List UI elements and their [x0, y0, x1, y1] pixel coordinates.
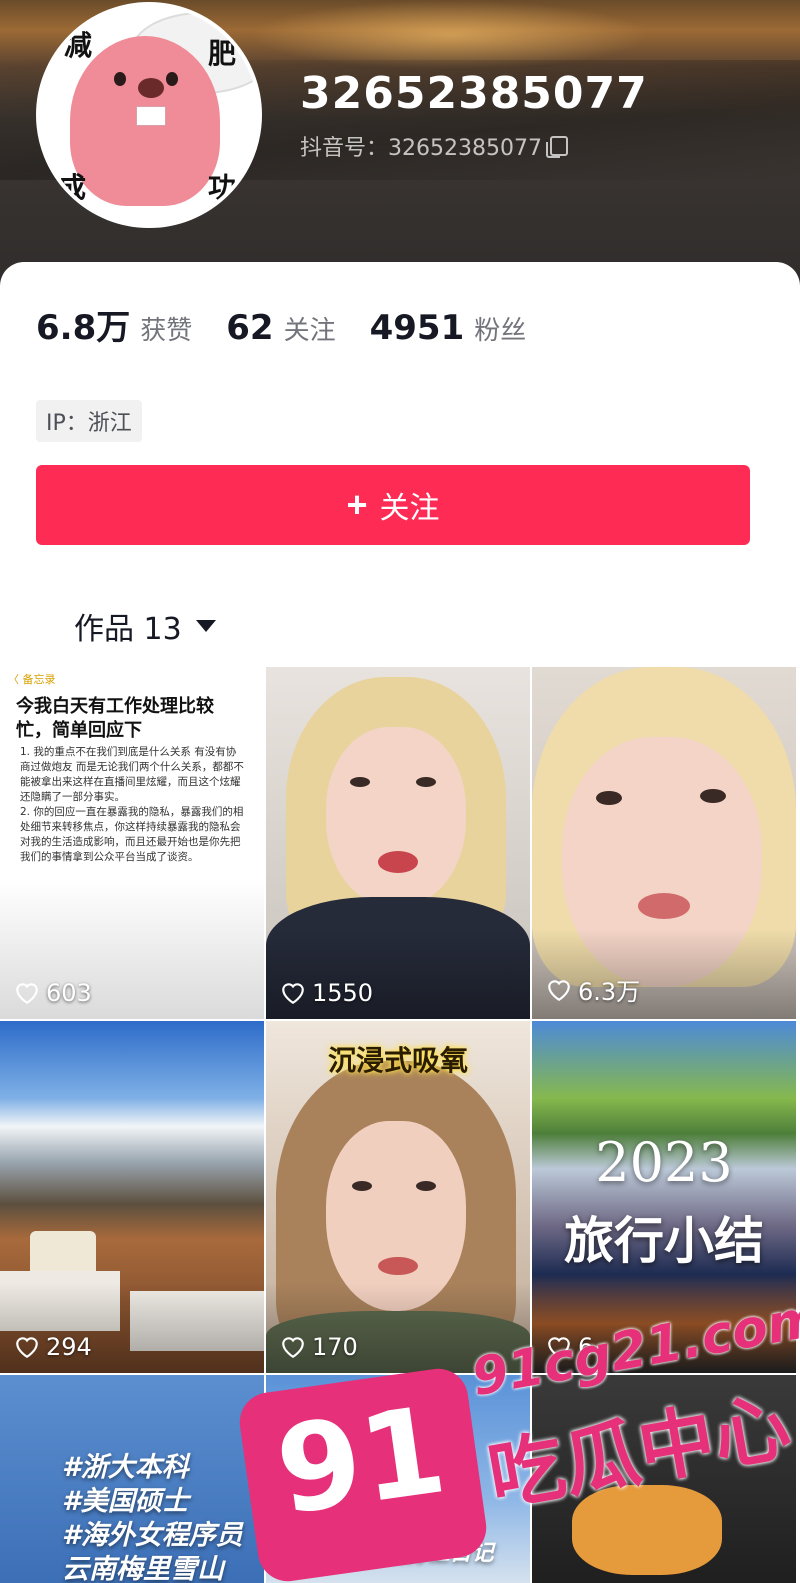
heart-icon — [16, 983, 38, 1005]
notes-title: 今我白天有工作处理比较忙，简单回应下 — [16, 696, 214, 741]
douyin-id[interactable]: 抖音号：32652385077 — [300, 130, 568, 162]
avatar-text: 肥 — [208, 37, 237, 70]
heart-icon — [16, 1337, 38, 1359]
avatar-text: 成 — [58, 171, 87, 204]
like-count: 170 — [280, 1333, 358, 1361]
video-tile[interactable]: 294 — [0, 1021, 264, 1373]
video-tag: #浙大本科 — [62, 1452, 189, 1483]
avatar-text: 减 — [64, 29, 93, 62]
tab-works[interactable]: 作品 13 — [74, 604, 216, 648]
notes-body: 1. 我的重点不在我们到底是什么关系 有没有协商过做炮友 而是无论我们两个什么关… — [20, 746, 244, 863]
copy-icon[interactable] — [545, 136, 568, 158]
stat-followers[interactable]: 4951 粉丝 — [370, 308, 527, 348]
stat-value: 4951 — [369, 308, 465, 348]
stats-row: 6.8万 获赞 62 关注 4951 粉丝 — [36, 300, 560, 349]
video-tile[interactable]: #浙大本科 #美国硕士 #海外女程序员 云南梅里雪山 — [0, 1375, 264, 1583]
like-count: 603 — [14, 979, 92, 1007]
like-count: 1550 — [280, 979, 373, 1007]
caret-down-icon — [195, 620, 216, 632]
stat-likes[interactable]: 6.8万 获赞 — [36, 300, 192, 349]
video-tag: #美国硕士 — [62, 1486, 189, 1517]
douyin-id-text: 抖音号：32652385077 — [300, 136, 542, 161]
heart-icon — [282, 1337, 304, 1359]
avatar-text: 功 — [208, 171, 237, 204]
stat-label: 获赞 — [140, 316, 193, 346]
stat-value: 6.8万 — [36, 308, 131, 348]
video-tile[interactable]: 沉浸式吸氧 170 — [266, 1021, 530, 1373]
follow-button-label: 关注 — [379, 492, 440, 525]
heart-icon — [282, 983, 304, 1005]
ip-location-tag: IP：浙江 — [36, 400, 142, 442]
notes-nav: 〈 备忘录 — [8, 673, 56, 686]
video-year: 2023 — [595, 1131, 733, 1194]
heart-icon — [548, 979, 570, 1001]
stat-value: 62 — [226, 308, 274, 348]
video-tile[interactable]: 〈 备忘录 今我白天有工作处理比较忙，简单回应下 1. 我的重点不在我们到底是什… — [0, 667, 264, 1019]
stat-following[interactable]: 62 关注 — [226, 308, 335, 348]
video-caption: 沉浸式吸氧 — [327, 1044, 468, 1077]
video-tile[interactable]: 6.3万 — [532, 667, 796, 1019]
video-tag: #海外女程序员 — [62, 1520, 243, 1551]
tab-works-label: 作品 13 — [74, 612, 182, 647]
like-count: 294 — [14, 1333, 92, 1361]
plus-icon: + — [346, 484, 368, 525]
watermark-badge: 91 — [235, 1364, 491, 1583]
video-tile[interactable]: 1550 — [266, 667, 530, 1019]
stat-label: 关注 — [283, 316, 336, 346]
stat-label: 粉丝 — [474, 316, 527, 346]
follow-button[interactable]: + 关注 — [36, 465, 750, 545]
like-count: 6.3万 — [546, 972, 640, 1007]
username: 32652385077 — [300, 68, 648, 119]
video-tag: 云南梅里雪山 — [62, 1554, 224, 1583]
avatar[interactable]: 减 肥 成 功 — [36, 2, 262, 228]
watermark-badge-text: 91 — [268, 1381, 454, 1543]
video-title: 旅行小结 — [564, 1212, 764, 1270]
profile-page: 减 肥 成 功 32652385077 抖音号：32652385077 6.8万… — [0, 0, 800, 1583]
